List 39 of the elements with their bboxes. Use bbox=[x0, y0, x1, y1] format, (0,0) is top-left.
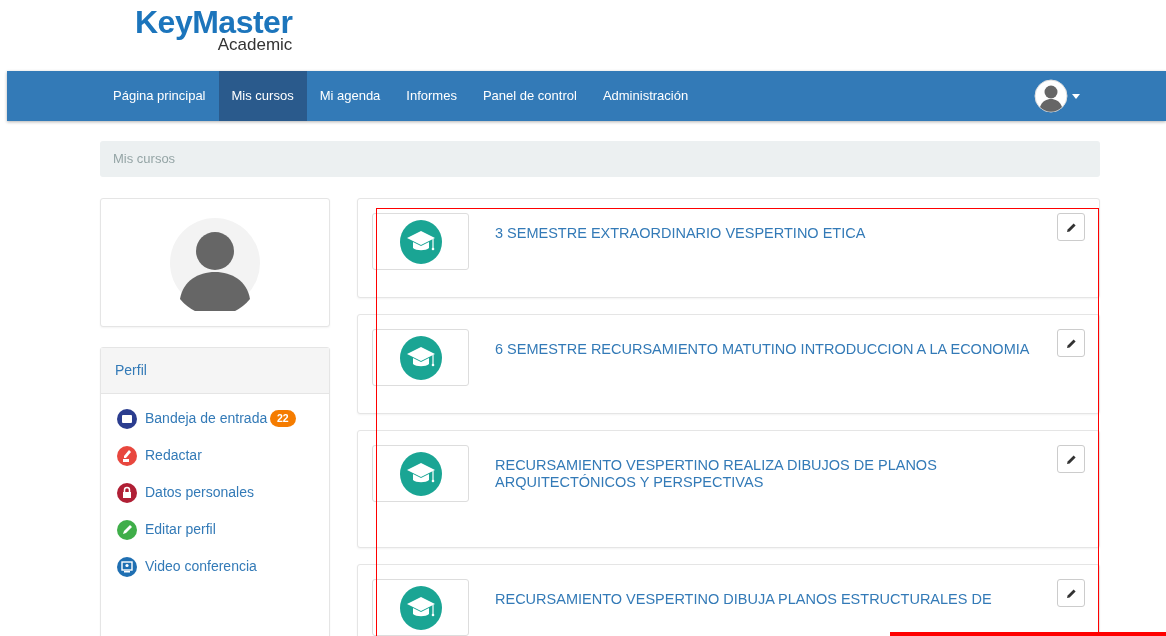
monitor-icon bbox=[117, 556, 137, 577]
caret-icon bbox=[1072, 93, 1080, 99]
count-badge: 22 bbox=[270, 409, 296, 428]
inbox-icon bbox=[117, 408, 137, 429]
logo: KeyMaster Academic bbox=[135, 6, 293, 53]
graduation-cap-icon bbox=[399, 335, 442, 380]
edit-button[interactable] bbox=[1057, 213, 1085, 241]
lock-icon bbox=[117, 482, 137, 503]
pencil-icon bbox=[1065, 337, 1077, 349]
user-menu-button[interactable] bbox=[1034, 79, 1080, 113]
nav-link-item[interactable]: Administración bbox=[589, 71, 702, 121]
pen-icon bbox=[117, 445, 137, 466]
graduation-cap-icon bbox=[399, 219, 442, 264]
pencil-icon bbox=[117, 519, 137, 540]
nav-link-item[interactable]: Panel de control bbox=[469, 71, 590, 121]
profile-menu-link[interactable]: Video conferencia bbox=[145, 556, 257, 577]
course-title-link[interactable]: RECURSAMIENTO VESPERTINO DIBUJA PLANOS ESTRUCTURALES DE bbox=[495, 591, 992, 609]
edit-button[interactable] bbox=[1057, 329, 1085, 357]
profile-menu-link[interactable]: Bandeja de entrada bbox=[145, 408, 268, 429]
edit-button[interactable] bbox=[1057, 579, 1085, 607]
profile-menu-link[interactable]: Datos personales bbox=[145, 482, 254, 503]
edit-button[interactable] bbox=[1057, 445, 1085, 473]
course-title-link[interactable]: 6 SEMESTRE RECURSAMIENTO MATUTINO INTRODUCCION A LA ECONOMIA bbox=[495, 341, 1030, 359]
nav-link-item[interactable]: Página principal bbox=[100, 71, 219, 121]
graduation-cap-icon bbox=[399, 451, 442, 496]
breadcrumb-item: Mis cursos bbox=[113, 151, 176, 166]
pencil-icon bbox=[1065, 221, 1077, 233]
course-title-link[interactable]: 3 SEMESTRE EXTRAORDINARIO VESPERTINO ETICA bbox=[495, 225, 866, 243]
nav-link-item[interactable]: Informes bbox=[393, 71, 470, 121]
pencil-icon bbox=[1065, 453, 1077, 465]
profile-menu-link[interactable]: Redactar bbox=[145, 445, 202, 466]
nav-link-item[interactable]: Mis cursos bbox=[218, 71, 307, 121]
pencil-icon bbox=[1065, 587, 1077, 599]
panel-title: Perfil bbox=[101, 348, 329, 394]
nav-link-item[interactable]: Mi agenda bbox=[306, 71, 394, 121]
profile-menu-link[interactable]: Editar perfil bbox=[145, 519, 216, 540]
graduation-cap-icon bbox=[399, 585, 442, 630]
avatar-icon bbox=[1034, 79, 1068, 113]
course-title-link[interactable]: RECURSAMIENTO VESPERTINO REALIZA DIBUJOS DE PLANOS ARQUITECTÓNICOS Y PERSPECTIVAS bbox=[495, 457, 1051, 492]
